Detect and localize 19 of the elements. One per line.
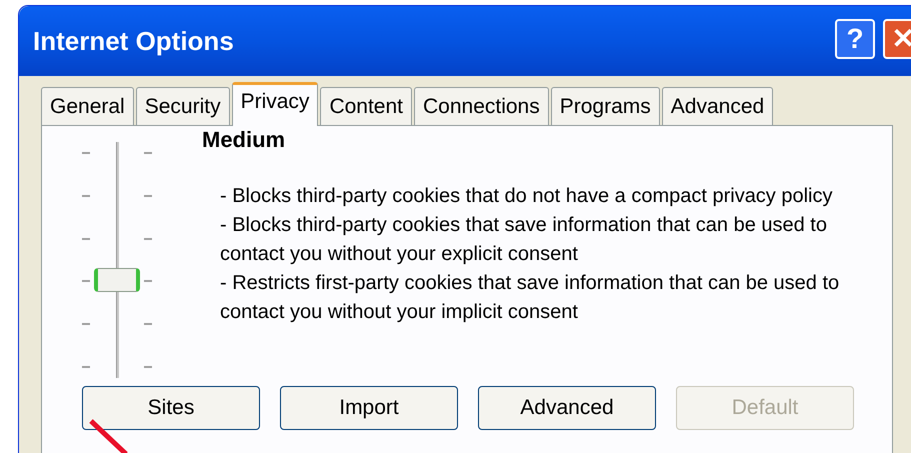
description-text: - Blocks third-party cookies that do not have a compact privacy policy <box>220 184 834 209</box>
tab[interactable]: Privacy <box>232 82 318 126</box>
tab[interactable]: Connections <box>414 87 549 125</box>
tab[interactable]: Content <box>320 87 412 125</box>
privacy-level-label: Medium <box>202 128 286 152</box>
help-button[interactable]: ? <box>835 19 875 59</box>
tab[interactable]: General <box>41 87 134 125</box>
action-button[interactable]: Import <box>280 386 458 430</box>
privacy-slider[interactable] <box>82 142 152 378</box>
annotation-line <box>88 418 128 453</box>
action-button[interactable]: Sites <box>82 386 260 430</box>
action-button[interactable]: Advanced <box>478 386 656 430</box>
description-text: - Restricts first-party cookies that save information that can be used to contact you without your implicit consent <box>220 271 840 325</box>
window-title: Internet Options <box>33 24 235 58</box>
tab[interactable]: Advanced <box>662 87 774 125</box>
slider-thumb[interactable] <box>94 268 140 292</box>
tab[interactable]: Programs <box>550 87 660 125</box>
tab[interactable]: Security <box>136 87 230 125</box>
description-text: - Blocks third-party cookies that save information that can be used to contact you without your explicit consent <box>220 213 828 267</box>
